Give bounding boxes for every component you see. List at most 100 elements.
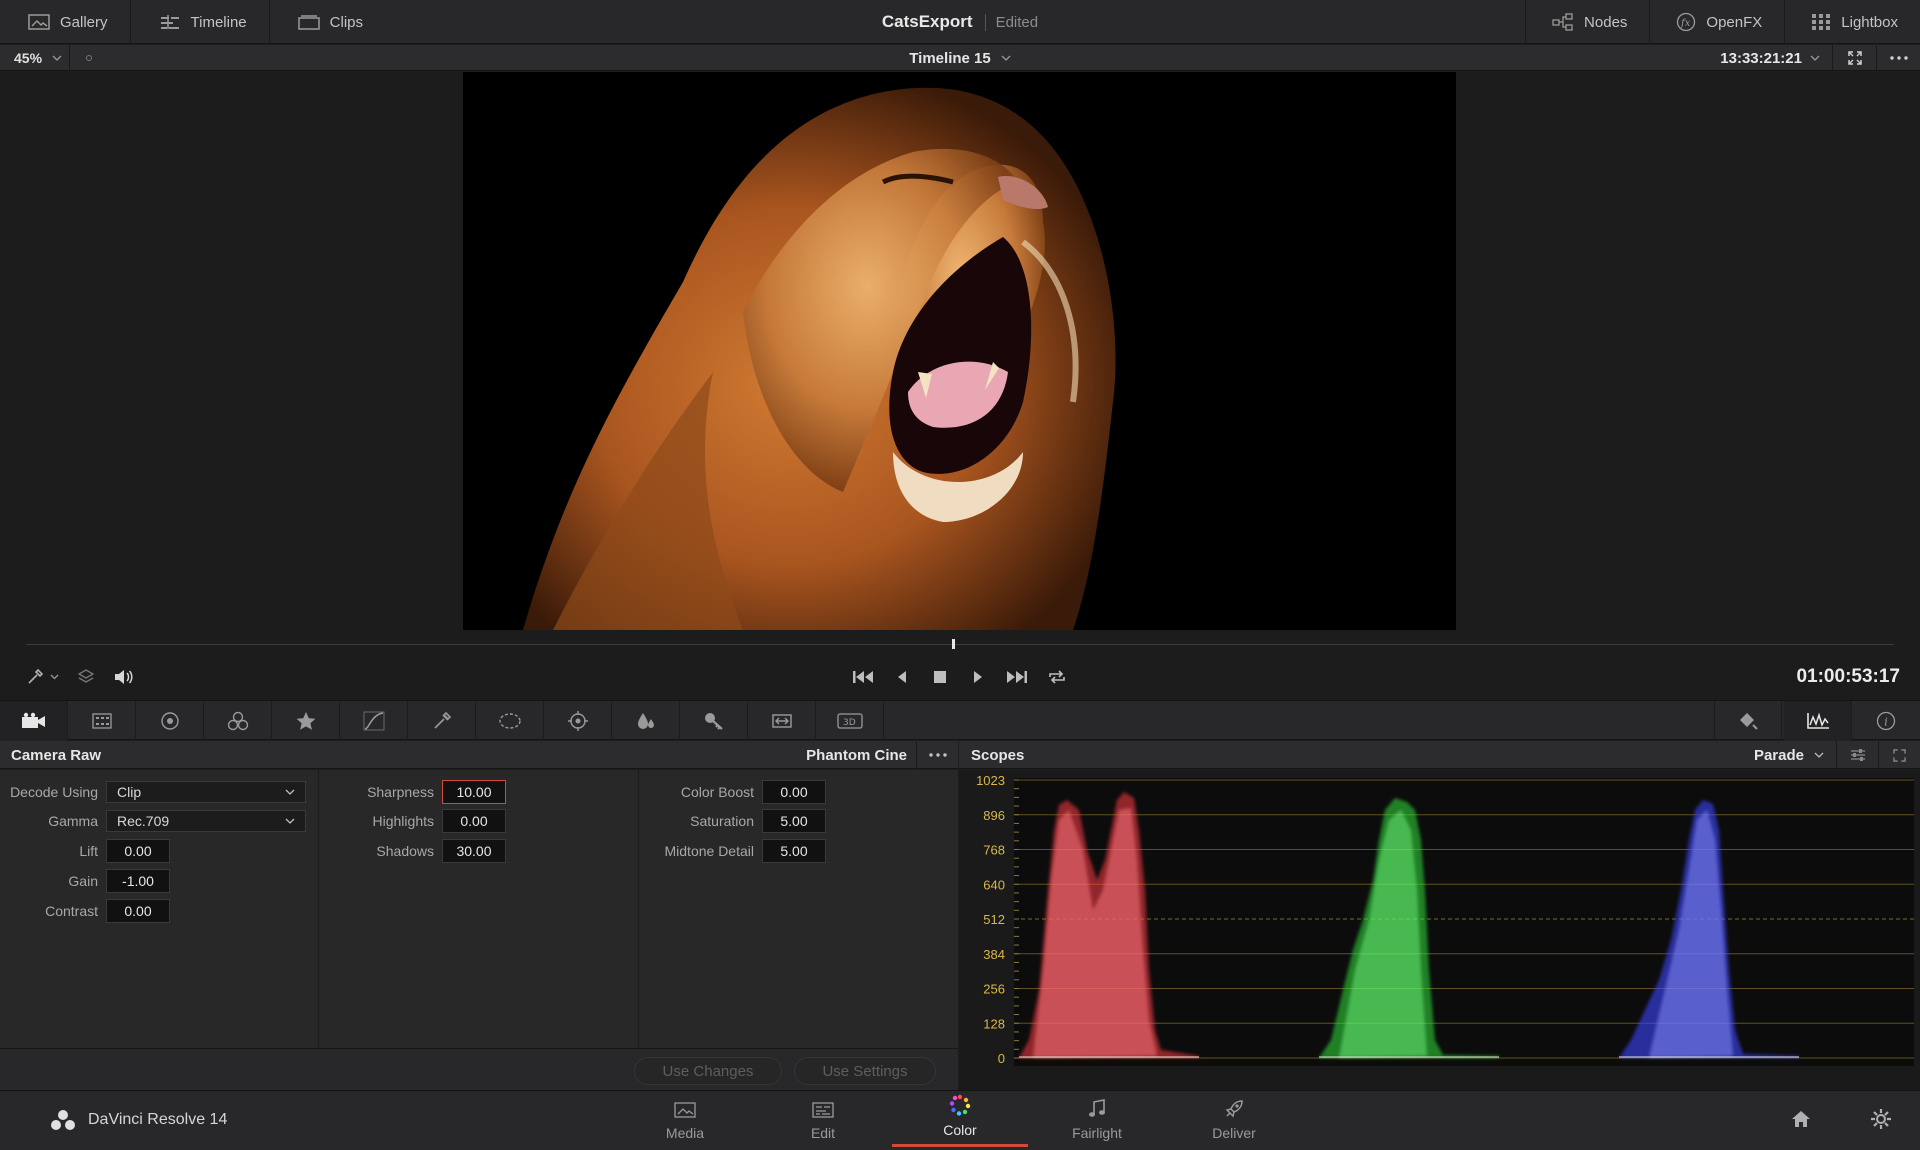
scope-expand-button[interactable]	[1878, 741, 1920, 769]
scopes-tool[interactable]	[1784, 701, 1852, 741]
key-tool[interactable]	[680, 701, 748, 741]
play-icon[interactable]	[968, 668, 988, 686]
gamma-value: Rec.709	[117, 813, 170, 829]
color-wheels-tool[interactable]	[136, 701, 204, 741]
page-tab-fairlight[interactable]: Fairlight	[1029, 1091, 1165, 1147]
viewer-options-button[interactable]	[1876, 45, 1920, 71]
keyframe-icon	[1740, 713, 1758, 730]
openfx-tab[interactable]: fx OpenFX	[1649, 0, 1784, 44]
scope-mode-select[interactable]: Parade	[1742, 747, 1836, 764]
picker-tool-button[interactable]	[26, 668, 59, 686]
info-icon: i	[1876, 711, 1896, 731]
home-button[interactable]	[1790, 1109, 1812, 1129]
page-tab-deliver[interactable]: Deliver	[1166, 1091, 1302, 1147]
tracker-tool[interactable]	[544, 701, 612, 741]
play-reverse-icon[interactable]	[892, 668, 912, 686]
keyframe-tool[interactable]	[1714, 701, 1782, 741]
svg-text:3D: 3D	[843, 718, 856, 728]
skip-to-start-icon[interactable]	[852, 668, 874, 686]
shadows-field[interactable]: 30.00	[442, 839, 506, 863]
clips-tab[interactable]: Clips	[270, 0, 385, 44]
camera-raw-tool[interactable]	[0, 701, 68, 741]
loop-icon[interactable]	[1046, 668, 1068, 686]
blur-tool[interactable]	[612, 701, 680, 741]
color-boost-row: Color Boost 0.00	[640, 780, 826, 804]
blur-icon	[637, 713, 654, 729]
parade-scope: 1023 896 768 640 512 384 256 128 0	[976, 773, 1914, 1066]
scrubber-track[interactable]	[26, 644, 1894, 645]
highlights-label: Highlights	[372, 813, 434, 829]
camera-raw-options-button[interactable]	[916, 741, 958, 769]
gamma-select[interactable]: Rec.709	[106, 810, 306, 832]
gear-icon	[1871, 1109, 1891, 1129]
nodes-label: Nodes	[1584, 13, 1628, 31]
video-frame[interactable]	[463, 72, 1456, 630]
curves-icon	[363, 711, 384, 731]
openfx-label: OpenFX	[1706, 13, 1763, 31]
svg-text:fx: fx	[1680, 18, 1691, 29]
timeline-tab[interactable]: Timeline	[131, 0, 270, 44]
source-timecode[interactable]: 13:33:21:21	[1720, 45, 1820, 71]
motion-effects-icon	[296, 712, 315, 730]
shadows-row: Shadows 30.00	[320, 839, 506, 863]
expand-icon	[1847, 51, 1862, 65]
midtone-detail-field[interactable]: 5.00	[762, 839, 826, 863]
info-tool[interactable]: i	[1852, 701, 1920, 741]
gain-label: Gain	[68, 873, 98, 889]
sharpness-field[interactable]: 10.00	[442, 780, 506, 804]
raw-format-label: Phantom Cine	[806, 747, 907, 764]
lift-field[interactable]: 0.00	[106, 839, 170, 863]
lightbox-tab[interactable]: Lightbox	[1784, 0, 1920, 44]
playhead[interactable]	[951, 639, 955, 649]
window-tool[interactable]	[476, 701, 544, 741]
contrast-field[interactable]: 0.00	[106, 899, 170, 923]
viewer	[0, 72, 1920, 630]
palette-toolbar: 3D i	[0, 700, 1920, 741]
page-tab-media[interactable]: Media	[617, 1091, 753, 1147]
camera-raw-panel: Decode Using Clip Gamma Rec.709 Lift 0.0…	[0, 770, 958, 1048]
gallery-tab[interactable]: Gallery	[0, 0, 131, 44]
project-status: Edited	[984, 13, 1038, 31]
rgb-mixer-tool[interactable]	[204, 701, 272, 741]
use-changes-button[interactable]: Use Changes	[634, 1057, 782, 1085]
gallery-icon	[28, 14, 50, 30]
color-match-tool[interactable]	[68, 701, 136, 741]
highlights-field[interactable]: 0.00	[442, 809, 506, 833]
stop-icon[interactable]	[930, 668, 950, 686]
highlights-row: Highlights 0.00	[320, 809, 506, 833]
settings-button[interactable]	[1870, 1108, 1892, 1130]
home-icon	[1792, 1111, 1810, 1127]
page-tab-color[interactable]: Color	[892, 1091, 1028, 1147]
timeline-name: Timeline 15	[909, 49, 991, 67]
3d-icon: 3D	[836, 713, 863, 729]
page-tab-color-label: Color	[943, 1122, 977, 1138]
decode-using-select[interactable]: Clip	[106, 781, 306, 803]
3d-tool[interactable]: 3D	[816, 701, 884, 741]
nodes-tab[interactable]: Nodes	[1525, 0, 1649, 44]
skip-to-end-icon[interactable]	[1006, 668, 1028, 686]
layers-icon[interactable]	[77, 668, 95, 686]
qualifier-tool[interactable]	[408, 701, 476, 741]
color-boost-field[interactable]: 0.00	[762, 780, 826, 804]
current-timecode[interactable]: 01:00:53:17	[1796, 666, 1900, 688]
scope-settings-button[interactable]	[1836, 741, 1878, 769]
saturation-field[interactable]: 5.00	[762, 809, 826, 833]
page-tab-edit[interactable]: Edit	[755, 1091, 891, 1147]
timeline-icon	[160, 15, 179, 29]
fullscreen-button[interactable]	[1832, 45, 1876, 71]
use-settings-button[interactable]: Use Settings	[794, 1057, 936, 1085]
raw-column-3: Color Boost 0.00 Saturation 5.00 Midtone…	[640, 770, 958, 1048]
curves-tool[interactable]	[340, 701, 408, 741]
timeline-selector[interactable]: Timeline 15	[0, 45, 1920, 71]
saturation-label: Saturation	[690, 813, 754, 829]
timeline-label: Timeline	[190, 13, 247, 31]
speaker-icon[interactable]	[113, 668, 133, 686]
shadows-label: Shadows	[376, 843, 434, 859]
sizing-tool[interactable]	[748, 701, 816, 741]
scrubber-bar[interactable]	[0, 630, 1920, 656]
scope-tick-label: 1023	[976, 773, 1005, 788]
motion-effects-tool[interactable]	[272, 701, 340, 741]
gain-field[interactable]: -1.00	[106, 869, 170, 893]
chevron-down-icon	[285, 818, 295, 824]
contrast-label: Contrast	[45, 903, 98, 919]
